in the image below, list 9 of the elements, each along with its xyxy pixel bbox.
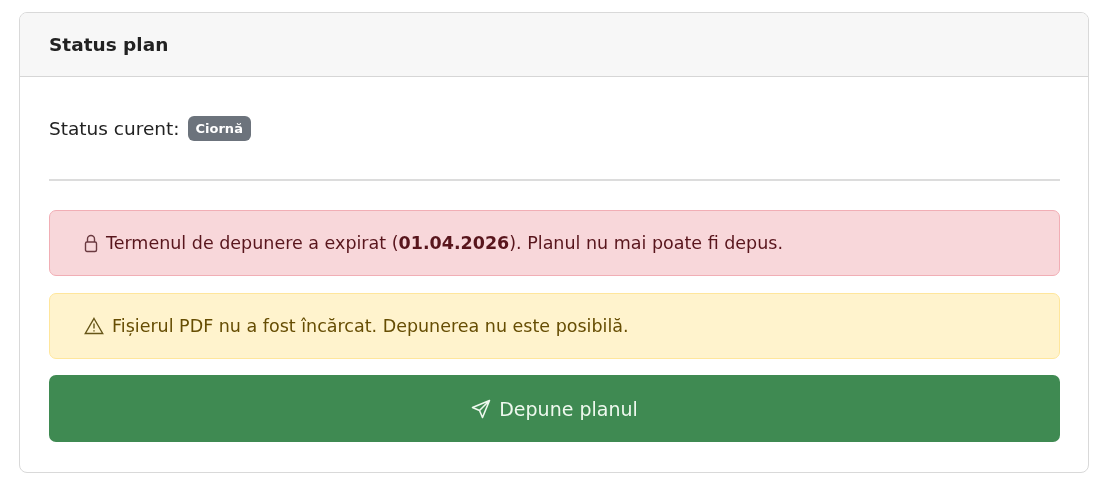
alert-text: Fișierul PDF nu a fost încărcat. Depunerea nu este posibilă. [112, 316, 629, 336]
card-title: Status plan [49, 34, 169, 55]
warning-icon [84, 317, 104, 335]
alert-text: Termenul de depunere a expirat (01.04.2026). Planul nu mai poate fi depus. [106, 233, 783, 253]
send-icon [471, 398, 492, 419]
lock-icon [84, 233, 98, 253]
submit-button[interactable]: Depune planul [49, 375, 1060, 442]
status-label: Status curent: [49, 117, 180, 139]
status-badge: Ciornă [187, 115, 251, 141]
